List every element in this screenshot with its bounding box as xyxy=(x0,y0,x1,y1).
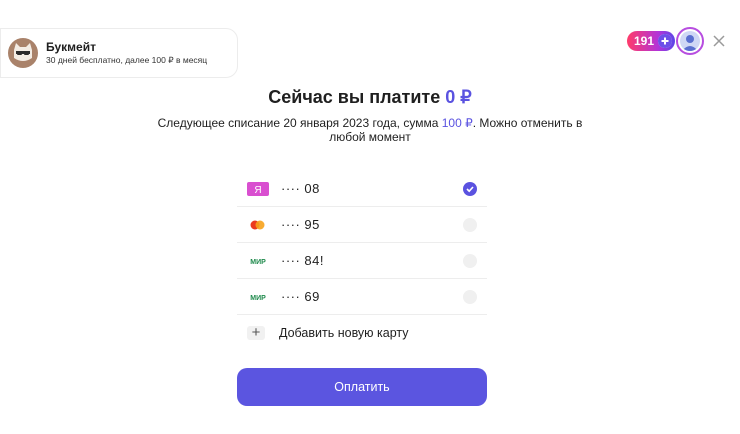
page-title: Сейчас вы платите 0 ₽ xyxy=(0,87,740,108)
card-list: Я ···· 08 ···· 95 МИР ···· 84! МИР ···· … xyxy=(237,171,487,351)
plus-icon xyxy=(658,34,672,48)
card-number: ···· 08 xyxy=(281,181,320,196)
title-amount: 0 ₽ xyxy=(445,87,472,107)
plus-points-count: 191 xyxy=(634,34,655,48)
card-number: ···· 69 xyxy=(281,289,320,304)
mir-card-icon: МИР xyxy=(247,254,269,268)
card-option-mir-1[interactable]: МИР ···· 84! xyxy=(237,243,487,279)
add-card-label: Добавить новую карту xyxy=(279,326,409,340)
svg-text:МИР: МИР xyxy=(250,259,266,266)
svg-text:МИР: МИР xyxy=(250,295,266,302)
mir-card-icon: МИР xyxy=(247,290,269,304)
billing-amount: 100 ₽ xyxy=(441,116,473,130)
cat-logo-icon xyxy=(8,38,38,68)
user-avatar-icon[interactable] xyxy=(676,27,704,55)
service-terms: 30 дней бесплатно, далее 100 ₽ в месяц xyxy=(46,55,208,65)
card-radio[interactable] xyxy=(463,290,477,304)
card-radio[interactable] xyxy=(463,218,477,232)
service-card: Букмейт 30 дней бесплатно, далее 100 ₽ в… xyxy=(0,28,238,78)
close-icon[interactable] xyxy=(710,32,728,50)
card-radio-selected[interactable] xyxy=(463,182,477,196)
card-option-mastercard[interactable]: ···· 95 xyxy=(237,207,487,243)
add-card-row[interactable]: + Добавить новую карту xyxy=(237,315,487,351)
billing-info-part1: Следующее списание 20 января 2023 года, … xyxy=(157,116,442,130)
card-option-mir-2[interactable]: МИР ···· 69 xyxy=(237,279,487,315)
card-number: ···· 95 xyxy=(281,217,320,232)
yandex-card-icon: Я xyxy=(247,181,269,196)
card-option-yandex[interactable]: Я ···· 08 xyxy=(237,171,487,207)
card-radio[interactable] xyxy=(463,254,477,268)
svg-text:Я: Я xyxy=(254,185,261,196)
mastercard-icon xyxy=(247,218,269,232)
title-prefix: Сейчас вы платите xyxy=(268,87,446,107)
plus-points-badge[interactable]: 191 xyxy=(627,31,675,51)
card-number: ···· 84! xyxy=(281,253,324,268)
add-icon: + xyxy=(247,325,265,340)
pay-button[interactable]: Оплатить xyxy=(237,368,487,406)
billing-info: Следующее списание 20 января 2023 года, … xyxy=(140,116,600,144)
service-name: Букмейт xyxy=(46,40,96,54)
